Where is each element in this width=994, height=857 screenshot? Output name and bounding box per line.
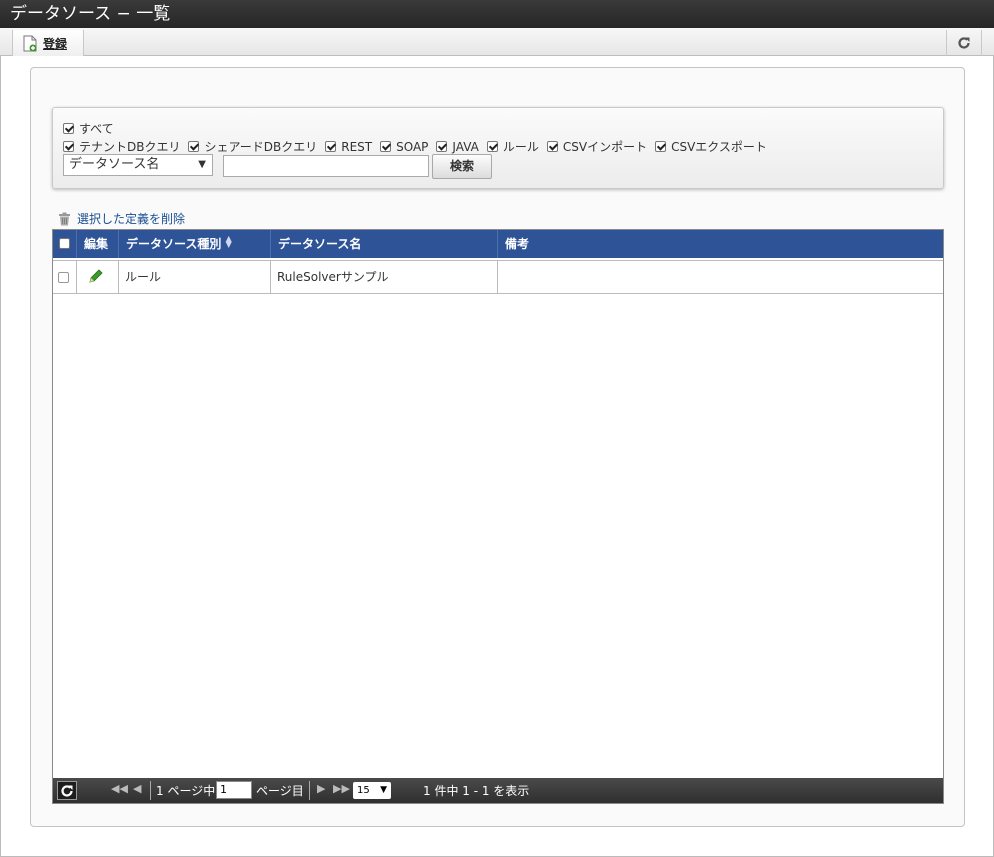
filter-type-label: REST: [341, 139, 373, 154]
filter-all-label: すべて: [79, 122, 114, 136]
dropdown-arrow-icon: ▼: [380, 785, 387, 795]
header-edit: 編集: [77, 230, 119, 258]
filter-all-checkbox[interactable]: すべて: [63, 120, 114, 137]
checkbox-icon: [63, 123, 74, 134]
register-label: 登録: [43, 36, 68, 51]
frame-left-edge: [0, 56, 1, 857]
delete-selected-link[interactable]: 選択した定義を削除: [58, 210, 185, 227]
page-size-select[interactable]: 15 ▼: [353, 782, 391, 799]
pager-separator: [309, 781, 310, 800]
window-title: データソース − 一覧: [0, 0, 994, 28]
last-page-icon[interactable]: ▶▶: [333, 782, 350, 795]
search-field-select[interactable]: データソース名 ▼: [63, 154, 213, 176]
dropdown-arrow-icon: ▼: [198, 159, 206, 170]
prev-page-icon[interactable]: ◀: [133, 782, 141, 795]
trash-icon: [59, 212, 70, 225]
search-button[interactable]: 検索: [432, 154, 492, 179]
filter-type-checkbox[interactable]: ルール: [486, 138, 539, 155]
edit-pencil-icon[interactable]: [88, 268, 104, 284]
refresh-icon: [958, 37, 970, 49]
delete-selected-label: 選択した定義を削除: [77, 212, 186, 226]
filter-all-row: すべて: [63, 120, 122, 137]
checkbox-icon: [436, 141, 448, 152]
search-input[interactable]: [223, 155, 429, 177]
filter-type-checkbox[interactable]: CSVインポート: [546, 138, 648, 155]
first-page-icon[interactable]: ◀◀: [111, 782, 128, 795]
page-size-value: 15: [357, 785, 370, 796]
datasource-grid: 編集 データソース種別 ▲ ▼ データソース名 備考 ルール RuleSolver…: [52, 229, 944, 804]
refresh-icon: [61, 784, 73, 797]
filter-type-checkbox[interactable]: シェアードDBクエリ: [188, 138, 317, 155]
new-document-icon: [23, 35, 37, 51]
filter-type-label: シェアードDBクエリ: [204, 140, 318, 154]
row-select-cell: [53, 261, 77, 293]
row-edit-cell: [77, 261, 119, 293]
checkbox-icon: [655, 141, 667, 152]
filter-type-label: JAVA: [452, 139, 479, 154]
page-suffix: ページ目: [256, 784, 304, 798]
filter-type-checkbox[interactable]: CSVエクスポート: [655, 138, 767, 155]
next-page-icon[interactable]: ▶: [317, 782, 325, 795]
checkbox-icon: [188, 141, 200, 152]
header-name: データソース名: [271, 230, 498, 258]
row-note-cell: [498, 261, 943, 293]
page-number-input[interactable]: 1: [216, 781, 252, 799]
select-all-checkbox[interactable]: [59, 238, 70, 249]
checkbox-icon: [63, 141, 74, 152]
header-select-all[interactable]: [53, 230, 77, 258]
checkbox-icon: [486, 141, 498, 152]
filter-type-checkbox[interactable]: REST: [325, 140, 372, 154]
grid-refresh-button[interactable]: [57, 781, 77, 800]
checkbox-icon: [325, 141, 337, 152]
toolbar-refresh-button[interactable]: [946, 30, 982, 56]
header-type-label: データソース種別: [126, 237, 222, 251]
header-type-sortable[interactable]: データソース種別 ▲ ▼: [119, 230, 271, 258]
filter-type-label: CSVエクスポート: [671, 140, 767, 154]
filter-type-label: ルール: [502, 140, 539, 154]
row-checkbox[interactable]: [58, 272, 69, 283]
grid-header: 編集 データソース種別 ▲ ▼ データソース名 備考: [53, 230, 943, 258]
register-button[interactable]: 登録: [12, 30, 84, 56]
pager: ◀◀ ◀ 1 ページ中 1 ページ目 ▶ ▶▶ 15 ▼ 1 件中 1 - 1 …: [53, 778, 943, 803]
row-name-cell: RuleSolverサンプル: [271, 261, 498, 293]
header-note: 備考: [505, 237, 530, 251]
filter-type-checkbox[interactable]: JAVA: [436, 139, 479, 154]
page-prefix: 1 ページ中: [156, 784, 216, 798]
filter-type-checkbox[interactable]: SOAP: [380, 140, 428, 154]
search-filter-box: すべて テナントDBクエリ シェアードDBクエリ REST SOAP JAVA …: [52, 107, 944, 189]
table-row: ルール RuleSolverサンプル: [53, 260, 943, 294]
row-type-cell: ルール: [119, 261, 271, 293]
checkbox-icon: [546, 141, 558, 152]
search-field-value: データソース名: [69, 157, 160, 172]
toolbar: 登録: [0, 28, 994, 56]
checkbox-icon: [380, 141, 392, 152]
filter-type-label: テナントDBクエリ: [79, 140, 181, 154]
record-summary: 1 件中 1 - 1 を表示: [423, 784, 530, 798]
filter-type-label: CSVインポート: [562, 140, 648, 154]
sort-icon: ▲ ▼: [225, 234, 232, 249]
filter-type-label: SOAP: [396, 139, 429, 154]
filter-type-checkbox[interactable]: テナントDBクエリ: [63, 138, 180, 155]
filter-types-row: テナントDBクエリ シェアードDBクエリ REST SOAP JAVA ルール …: [63, 138, 775, 155]
pager-separator: [150, 781, 151, 800]
